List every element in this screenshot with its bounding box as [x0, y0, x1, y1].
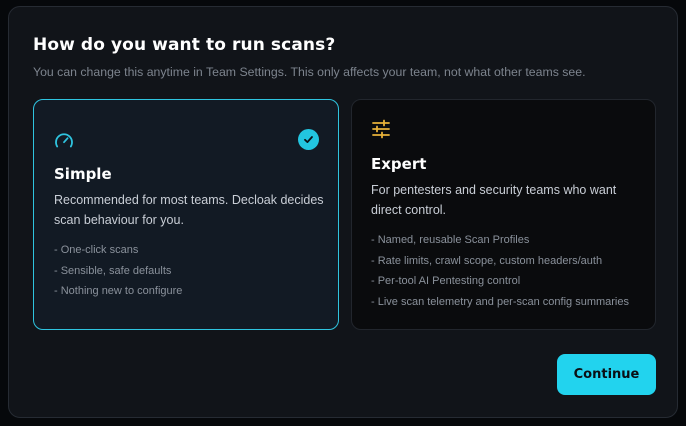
feature-item: - Live scan telemetry and per-scan confi… — [371, 295, 629, 308]
option-card-expert[interactable]: Expert For pentesters and security teams… — [351, 99, 656, 330]
option-description-simple: Recommended for most teams. Decloak deci… — [54, 193, 324, 227]
option-card-simple[interactable]: Simple Recommended for most teams. Declo… — [33, 99, 339, 330]
option-title-expert: Expert — [371, 155, 427, 173]
continue-button[interactable]: Continue — [557, 354, 656, 395]
dialog-title: How do you want to run scans? — [33, 35, 336, 55]
feature-item: - Sensible, safe defaults — [54, 264, 172, 277]
option-title-simple: Simple — [54, 165, 112, 183]
dialog-subtitle: You can change this anytime in Team Sett… — [33, 65, 586, 79]
selected-check-icon — [298, 129, 319, 150]
feature-item: - Per-tool AI Pentesting control — [371, 275, 521, 288]
feature-item: - Rate limits, crawl scope, custom heade… — [371, 254, 603, 267]
sliders-icon — [370, 118, 392, 140]
scan-mode-dialog: How do you want to run scans? You can ch… — [8, 6, 678, 418]
feature-item: - One-click scans — [54, 244, 139, 256]
feature-item: - Nothing new to configure — [54, 285, 183, 298]
feature-item: - Named, reusable Scan Profiles — [371, 234, 530, 246]
option-description-expert: For pentesters and security teams who wa… — [371, 183, 617, 217]
feature-list-expert: - Named, reusable Scan Profiles - Rate l… — [371, 230, 629, 312]
feature-list-simple: - One-click scans - Sensible, safe defau… — [54, 240, 182, 302]
gauge-icon — [53, 130, 75, 152]
